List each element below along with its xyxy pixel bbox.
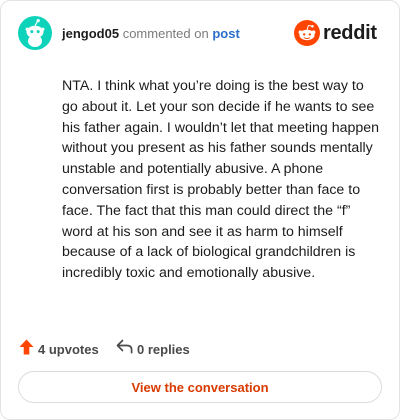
- comment-card: jengod05 commented on post reddit NTA. I…: [0, 0, 400, 420]
- username-link[interactable]: jengod05: [62, 26, 119, 41]
- snoo-avatar-icon[interactable]: [18, 16, 52, 50]
- reply-count: 0 replies: [137, 341, 190, 357]
- upvote-count: 4 upvotes: [38, 341, 99, 357]
- comment-actions: 4 upvotes 0 replies: [19, 339, 379, 359]
- upvote-button[interactable]: 4 upvotes: [19, 339, 99, 359]
- comment-body: NTA. I think what you’re doing is the be…: [62, 78, 380, 282]
- reddit-logo-icon: [294, 20, 320, 46]
- upvote-arrow-icon: [19, 339, 34, 360]
- action-text: commented on: [122, 26, 209, 41]
- reddit-wordmark: reddit: [323, 22, 377, 44]
- replies-button[interactable]: 0 replies: [116, 339, 190, 359]
- view-conversation-button[interactable]: View the conversation: [18, 371, 382, 403]
- reply-arrow-icon: [116, 339, 133, 359]
- post-link[interactable]: post: [212, 26, 239, 41]
- comment-meta: jengod05 commented on post: [62, 26, 240, 42]
- comment-header: jengod05 commented on post reddit: [18, 16, 382, 52]
- reddit-brand[interactable]: reddit: [294, 20, 382, 46]
